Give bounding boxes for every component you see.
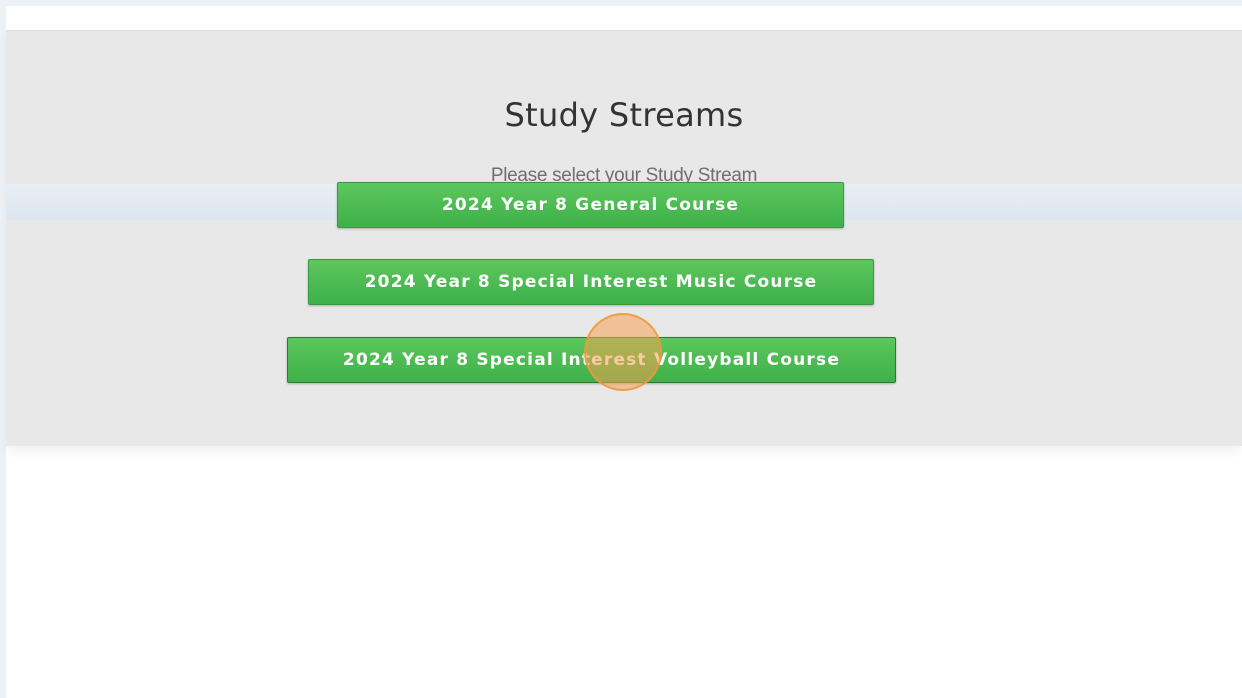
- stream-button-general[interactable]: 2024 Year 8 General Course: [337, 182, 844, 228]
- study-streams-panel: Study Streams Please select your Study S…: [6, 30, 1242, 446]
- top-strip: [0, 0, 1242, 6]
- stream-button-volleyball[interactable]: 2024 Year 8 Special Interest Volleyball …: [287, 337, 896, 383]
- page-title: Study Streams: [504, 96, 744, 134]
- stream-button-music[interactable]: 2024 Year 8 Special Interest Music Cours…: [308, 259, 874, 305]
